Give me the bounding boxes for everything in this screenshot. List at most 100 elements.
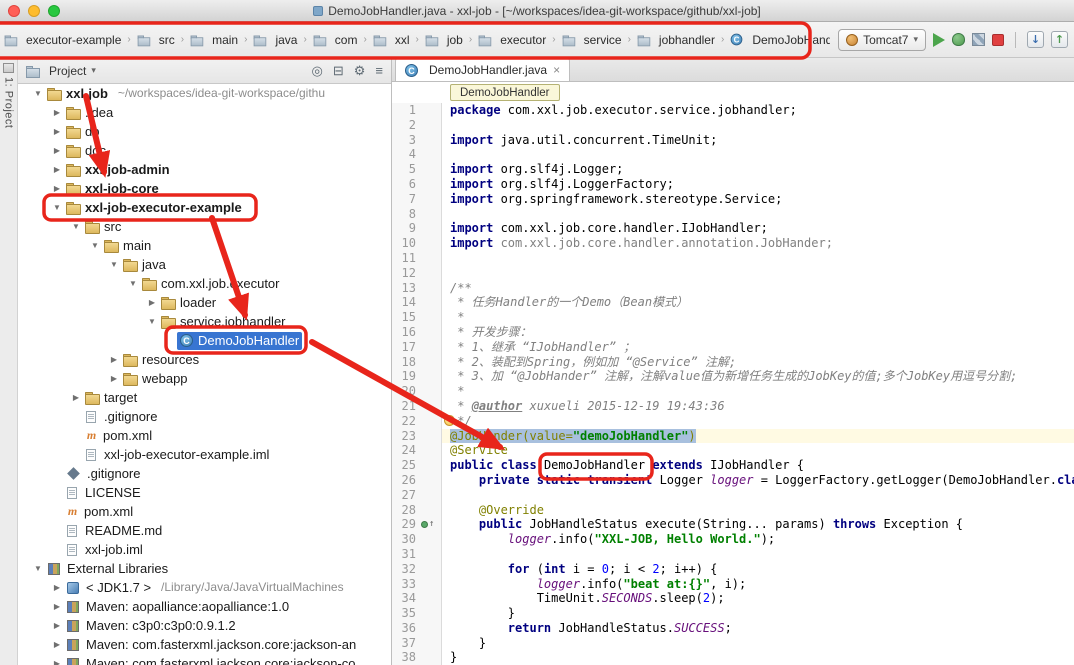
tree-toggle-icon[interactable]: ▼ [51,198,63,217]
breadcrumb-item[interactable]: service [560,31,624,49]
tree-toggle-icon[interactable]: ▼ [89,236,101,255]
tree-toggle-icon[interactable]: ▶ [108,369,120,388]
tree-item[interactable]: ▶loader [18,293,391,312]
tree-item[interactable]: ▼External Libraries [18,559,391,578]
tree-item[interactable]: LICENSE [18,483,391,502]
tree-item[interactable]: pom.xml [18,502,391,521]
tree-item[interactable]: ▶xxl-job-core [18,179,391,198]
chevron-right-icon: › [721,34,724,45]
project-view-icon [26,65,39,77]
project-panel-title-menu[interactable]: Project ▾ [26,64,312,78]
tree-toggle-icon[interactable]: ▶ [51,103,63,122]
tree-toggle-icon[interactable]: ▶ [51,578,63,597]
tree-toggle-icon[interactable]: ▶ [51,160,63,179]
override-method-icon[interactable]: ↑ [416,517,441,532]
line-number: 18 [392,355,416,370]
tree-item[interactable]: ▶target [18,388,391,407]
tree-toggle-icon[interactable]: ▶ [51,179,63,198]
tree-item[interactable]: xxl-job-executor-example.iml [18,445,391,464]
breadcrumb-item[interactable]: java [251,31,299,49]
tree-toggle-icon[interactable]: ▶ [146,293,158,312]
close-icon[interactable]: × [553,64,560,76]
close-button[interactable] [8,5,20,17]
tree-toggle-icon[interactable]: ▶ [70,388,82,407]
collapse-all-icon[interactable]: ⊟ [333,63,344,79]
file-icon [67,525,77,537]
tree-item[interactable]: ▶Maven: aopalliance:aopalliance:1.0 [18,597,391,616]
tree-toggle-icon[interactable]: ▼ [70,217,82,236]
tree-item[interactable]: pom.xml [18,426,391,445]
breadcrumb-item[interactable]: xxl [371,31,412,49]
tree-item[interactable]: ▼main [18,236,391,255]
tree-toggle-icon[interactable]: ▶ [51,122,63,141]
breadcrumb-item[interactable]: com [311,31,360,49]
minimize-button[interactable] [28,5,40,17]
editor-breadcrumb-chip[interactable]: DemoJobHandler [450,84,560,101]
vcs-update-button[interactable]: ↓ [1027,31,1044,48]
breadcrumb-item[interactable]: src [135,31,177,49]
hide-panel-icon[interactable]: ≡ [375,63,383,78]
tree-item[interactable]: ▶Maven: com.fasterxml.jackson.core:jacks… [18,635,391,654]
tree-toggle-icon[interactable]: ▼ [127,274,139,293]
vcs-commit-button[interactable]: ↑ [1051,31,1068,48]
breadcrumb-item[interactable]: jobhandler [635,31,717,49]
run-config-selector[interactable]: Tomcat7 ▾ [838,29,926,51]
tree-item-label: pom.xml [84,502,133,521]
tree-item[interactable]: ▶Maven: com.fasterxml.jackson.core:jacks… [18,654,391,665]
line-number: 2 [392,118,416,133]
gear-icon[interactable]: ⚙ [354,63,366,79]
breadcrumb-item[interactable]: job [423,31,465,49]
tree-toggle-icon[interactable]: ▼ [32,84,44,103]
debug-button[interactable] [952,33,965,46]
tool-window-icon[interactable] [3,63,14,73]
tree-item[interactable]: ▶Maven: c3p0:c3p0:0.9.1.2 [18,616,391,635]
tree-item-label: xxl-job-executor-example.iml [104,445,269,464]
intention-bulb-icon[interactable] [444,415,455,426]
tree-item[interactable]: ▼xxl-job-executor-example [18,198,391,217]
breadcrumb-item[interactable]: executor-example [2,31,123,49]
tree-toggle-icon[interactable]: ▶ [51,635,63,654]
project-panel-header: Project ▾ ◎ ⊟ ⚙ ≡ [18,58,391,84]
tree-item[interactable]: ▼xxl-job~/workspaces/idea-git-workspace/… [18,84,391,103]
tree-item[interactable]: README.md [18,521,391,540]
tree-toggle-icon[interactable]: ▶ [51,616,63,635]
locate-icon[interactable]: ◎ [312,63,323,79]
tree-item[interactable]: ▼src [18,217,391,236]
tree-toggle-icon[interactable]: ▶ [51,654,63,665]
tree-item[interactable]: ▶db [18,122,391,141]
stop-button[interactable] [992,34,1004,46]
tree-item[interactable]: xxl-job.iml [18,540,391,559]
tree-toggle-icon[interactable]: ▼ [146,312,158,331]
project-stripe-button[interactable]: 1: Project [3,77,15,128]
gutter-line: 37 [392,636,441,651]
breadcrumb-item[interactable]: executor [476,31,548,49]
tree-item[interactable]: DemoJobHandler [18,331,391,350]
zoom-button[interactable] [48,5,60,17]
tree-toggle-icon[interactable]: ▶ [108,350,120,369]
tree-item[interactable]: ▶xxl-job-admin [18,160,391,179]
tree-item[interactable]: .gitignore [18,464,391,483]
tree-item[interactable]: ▶webapp [18,369,391,388]
tree-item[interactable]: ▶resources [18,350,391,369]
tree-item[interactable]: ▼com.xxl.job.executor [18,274,391,293]
coverage-button[interactable] [972,33,985,46]
editor-tab[interactable]: DemoJobHandler.java × [395,58,570,81]
tree-item[interactable]: ▶.idea [18,103,391,122]
run-button[interactable] [933,33,945,47]
code-editor[interactable]: 1234567891011121314151617181920212223242… [392,103,1074,665]
gutter-line: 15 [392,310,441,325]
breadcrumb-item[interactable]: DemoJobHandler [728,31,830,49]
lib-icon [67,658,79,665]
tree-item[interactable]: ▼java [18,255,391,274]
tree-item[interactable]: ▶< JDK1.7 >/Library/Java/JavaVirtualMach… [18,578,391,597]
tree-toggle-icon[interactable]: ▼ [32,559,44,578]
tree-item[interactable]: .gitignore [18,407,391,426]
breadcrumb-item[interactable]: main [188,31,240,49]
tree-toggle-icon[interactable]: ▶ [51,141,63,160]
code-line [450,547,1074,562]
folder-icon [66,201,80,214]
tree-item[interactable]: ▶doc [18,141,391,160]
tree-toggle-icon[interactable]: ▼ [108,255,120,274]
tree-item[interactable]: ▼service.jobhandler [18,312,391,331]
tree-toggle-icon[interactable]: ▶ [51,597,63,616]
